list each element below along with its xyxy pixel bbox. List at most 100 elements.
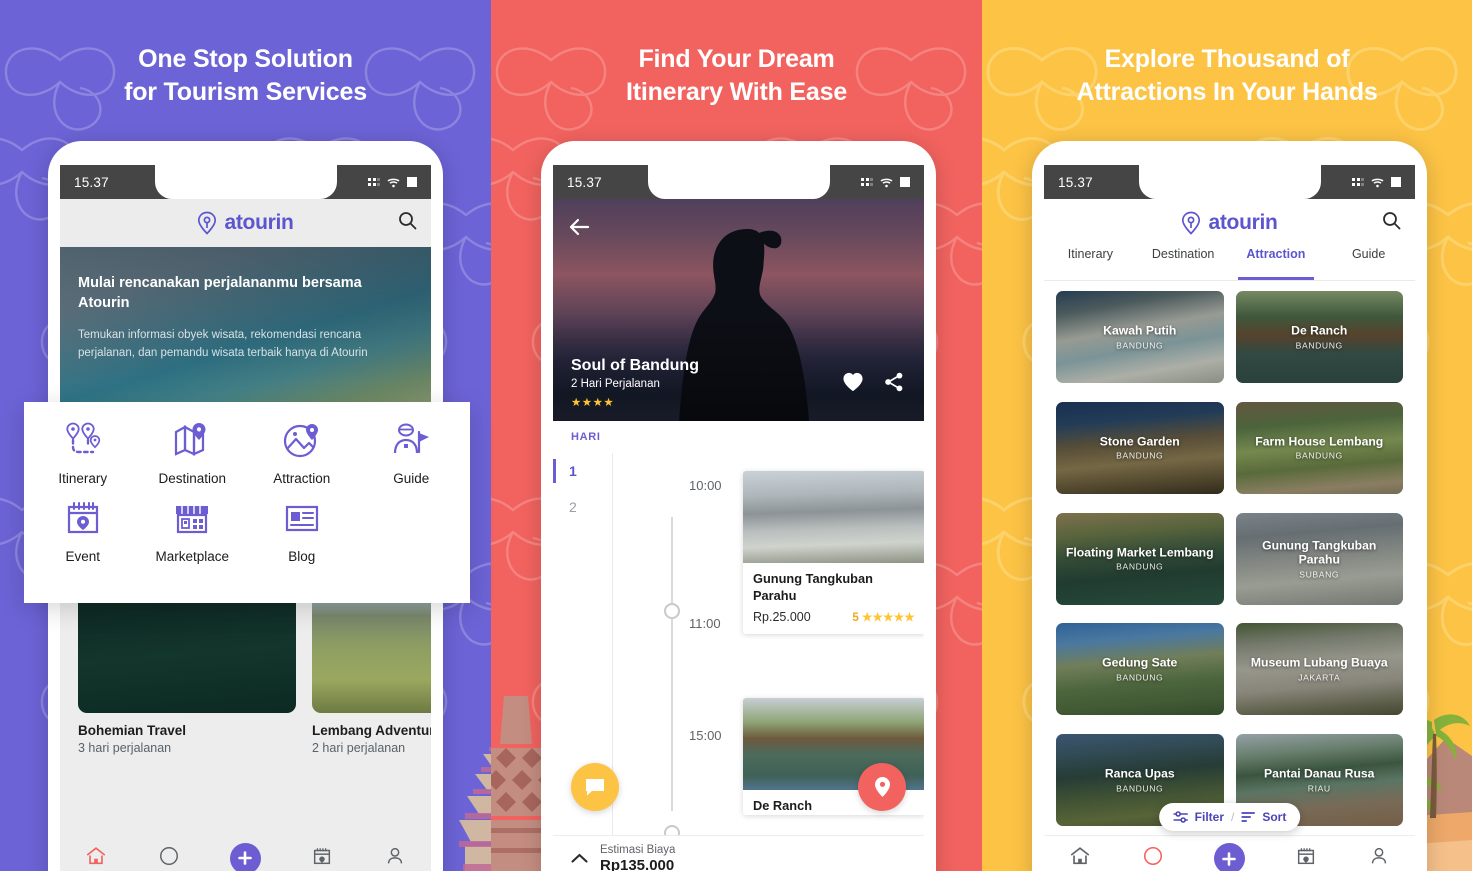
favorite-button[interactable] — [842, 372, 864, 397]
menu-item-event[interactable]: Event — [28, 500, 138, 564]
day-tab-2[interactable]: 2 — [553, 489, 612, 525]
nav-home[interactable] — [85, 845, 107, 871]
stop-rating-value: 5 — [852, 612, 859, 625]
menu-item-label: Guide — [393, 471, 430, 486]
chat-bubble-icon — [586, 778, 604, 795]
tab-attraction[interactable]: Attraction — [1230, 247, 1323, 280]
nav-events[interactable] — [1295, 845, 1317, 871]
status-clock: 15.37 — [1058, 174, 1093, 190]
location-pin-icon — [198, 211, 217, 235]
compass-icon — [159, 846, 178, 865]
menu-item-destination[interactable]: Destination — [138, 422, 248, 486]
stop-time: 15:00 — [689, 728, 722, 743]
nav-events[interactable] — [311, 845, 333, 871]
cost-estimate-bar[interactable]: Estimasi Biaya Rp135.000 — [553, 835, 924, 871]
notch — [647, 165, 830, 199]
menu-item-itinerary[interactable]: Itinerary — [28, 422, 138, 486]
brand-logo: atourin — [197, 211, 294, 235]
nav-explore[interactable] — [158, 845, 180, 871]
chat-fab[interactable] — [571, 763, 619, 811]
hero-actions — [842, 372, 904, 397]
headline-line-2: Itinerary With Ease — [625, 77, 848, 106]
battery-icon — [900, 177, 910, 187]
attraction-card[interactable]: Kawah Putih BANDUNG — [1056, 291, 1224, 383]
tab-itinerary[interactable]: Itinerary — [1044, 247, 1137, 280]
attraction-name: Floating Market Lembang — [1065, 545, 1214, 560]
attraction-grid: Kawah Putih BANDUNG De Ranch BANDUNG Stone… — [1056, 291, 1403, 835]
share-button[interactable] — [884, 372, 904, 397]
day-section-label: HARI — [571, 431, 601, 443]
itinerary-route-pins-icon — [66, 422, 100, 454]
battery-icon — [1391, 177, 1401, 187]
notch — [154, 165, 337, 199]
attraction-card[interactable]: Museum Lubang Buaya JAKARTA — [1235, 623, 1403, 716]
phone1-appbar: atourin — [60, 199, 431, 247]
nav-profile[interactable] — [1368, 845, 1390, 871]
nav-add-button[interactable] — [229, 842, 261, 871]
folded-map-pin-icon — [175, 423, 206, 456]
itinerary-stop-card[interactable]: Gunung Tangkuban Parahu Rp.25.000 5 ★★★★… — [743, 471, 924, 635]
headline-line-1: Find Your Dream — [638, 45, 835, 73]
chevron-up-icon[interactable] — [571, 853, 588, 864]
nav-home[interactable] — [1069, 845, 1091, 871]
status-icons — [1352, 177, 1401, 188]
attraction-name: Farm House Lembang — [1255, 434, 1384, 449]
search-icon — [399, 212, 417, 230]
quick-menu-card: Itinerary Destination Attraction Guide E… — [24, 402, 470, 603]
attraction-city: BANDUNG — [1295, 451, 1343, 462]
phone3-screen: atourin Itinerary Destination Attraction… — [1044, 165, 1415, 871]
nav-profile[interactable] — [384, 845, 406, 871]
signal-dots-icon — [1352, 178, 1364, 186]
phone-mockup-itinerary: Soul of Bandung 2 Hari Perjalanan ★★★★ H… — [541, 141, 936, 871]
stop-rating: 5 ★★★★★ — [852, 610, 915, 624]
menu-item-attraction[interactable]: Attraction — [247, 422, 357, 486]
attraction-card[interactable]: Farm House Lembang BANDUNG — [1235, 401, 1403, 494]
compass-icon — [1143, 846, 1162, 866]
share-icon — [885, 372, 903, 392]
phone-mockup-attractions: atourin Itinerary Destination Attraction… — [1032, 141, 1427, 871]
headline-line-1: One Stop Solution — [138, 45, 353, 73]
tab-guide[interactable]: Guide — [1322, 247, 1415, 280]
map-fab[interactable] — [858, 763, 906, 811]
article-list-icon — [285, 505, 318, 532]
attraction-city: BANDUNG — [1116, 672, 1164, 683]
menu-item-guide[interactable]: Guide — [357, 422, 467, 486]
home-icon — [1071, 847, 1090, 865]
menu-item-marketplace[interactable]: Marketplace — [138, 500, 248, 564]
headline-line-2: for Tourism Services — [124, 77, 367, 106]
search-button[interactable] — [398, 211, 417, 235]
menu-item-blog[interactable]: Blog — [247, 500, 357, 564]
heart-filled-icon — [843, 372, 863, 392]
person-icon — [1371, 847, 1386, 864]
panel-headline: One Stop Solution for Tourism Services — [0, 0, 491, 108]
timeline-dot — [664, 603, 680, 619]
stop-time: 11:00 — [689, 616, 721, 631]
day-tab-1[interactable]: 1 — [553, 453, 612, 489]
category-tabs: Itinerary Destination Attraction Guide — [1044, 247, 1415, 281]
trip-name: Bohemian Travel — [78, 723, 187, 738]
calendar-pin-icon — [314, 847, 331, 864]
attraction-name: Pantai Danau Rusa — [1264, 766, 1375, 781]
attraction-card[interactable]: Gedung Sate BANDUNG — [1056, 623, 1224, 716]
attraction-name: Gedung Sate — [1102, 656, 1178, 671]
menu-item-label: Event — [65, 549, 101, 564]
attraction-card[interactable]: De Ranch BANDUNG — [1235, 291, 1403, 383]
attraction-card[interactable]: Gunung Tangkuban Parahu SUBANG — [1235, 512, 1403, 605]
stop-time: 10:00 — [689, 478, 722, 493]
tab-destination[interactable]: Destination — [1137, 247, 1230, 280]
attraction-name: Ranca Upas — [1104, 766, 1175, 781]
filter-sort-button[interactable]: Filter / Sort — [1158, 803, 1301, 831]
attraction-name: Gunung Tangkuban Parahu — [1262, 537, 1377, 567]
status-bar: 15.37 — [553, 165, 924, 199]
calendar-pin-icon — [67, 502, 98, 534]
status-bar: 15.37 — [60, 165, 431, 199]
itinerary-duration: 2 Hari Perjalanan — [571, 378, 660, 390]
back-button[interactable] — [568, 217, 590, 242]
itinerary-rating-stars: ★★★★ — [571, 397, 615, 409]
attraction-card[interactable]: Stone Garden BANDUNG — [1056, 401, 1224, 494]
nav-add-button[interactable] — [1213, 843, 1245, 871]
search-button[interactable] — [1382, 211, 1401, 235]
cost-amount: Rp135.000 — [600, 856, 675, 871]
nav-explore[interactable] — [1142, 845, 1164, 871]
attraction-card[interactable]: Floating Market Lembang BANDUNG — [1056, 512, 1224, 605]
